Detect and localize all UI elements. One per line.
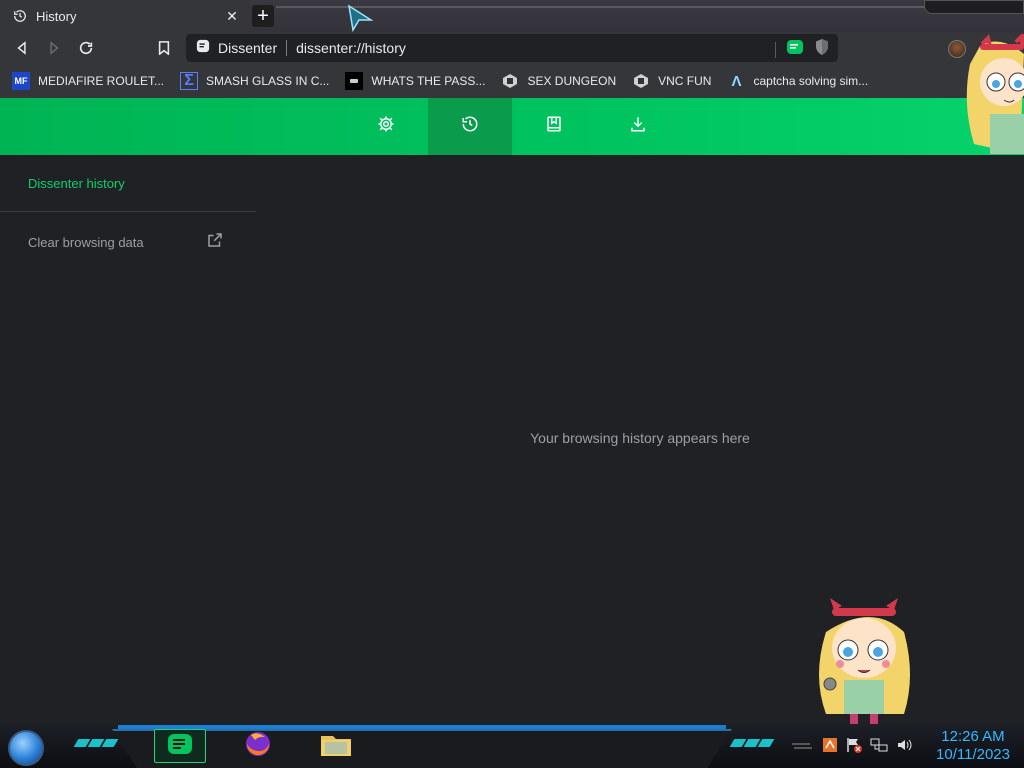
bookmarks-bar: MF MEDIAFIRE ROULET... Σ SMASH GLASS IN … (0, 64, 1024, 98)
close-tab-icon[interactable]: ✕ (224, 8, 240, 24)
taskbar-explorer-app[interactable] (310, 729, 362, 763)
bookmark-label: SMASH GLASS IN C... (206, 74, 330, 88)
external-link-icon (206, 231, 224, 254)
download-icon (629, 115, 647, 138)
clock-time: 12:26 AM (941, 728, 1005, 745)
address-bar[interactable]: Dissenter dissenter://history (186, 34, 838, 62)
system-tray (790, 737, 914, 758)
bookmark-book-icon (545, 115, 563, 138)
bookmark-item[interactable]: SEX DUNGEON (501, 72, 616, 90)
taskbar: 12:26 AM 10/11/2023 (0, 725, 1024, 768)
browser-toolbar: Dissenter dissenter://history (0, 32, 1024, 64)
taskbar-firefox-app[interactable] (232, 729, 284, 763)
show-hidden-icons-icon[interactable] (790, 739, 814, 757)
bookmark-label: SEX DUNGEON (527, 74, 617, 88)
clear-browsing-data-link[interactable]: Clear browsing data (28, 232, 224, 252)
folder-icon (319, 730, 353, 763)
dark-site-icon (345, 72, 364, 90)
gear-icon (377, 115, 395, 138)
mediafire-icon: MF (12, 72, 30, 90)
taskbar-clock[interactable]: 12:26 AM 10/11/2023 (928, 728, 1018, 764)
dissenter-comment-icon[interactable] (786, 39, 804, 60)
volume-icon[interactable] (896, 737, 914, 758)
history-icon (461, 115, 479, 138)
downloads-nav-button[interactable] (596, 98, 680, 155)
sidebar-divider (0, 211, 256, 212)
tab-history[interactable]: History ✕ (0, 0, 250, 32)
badge-icon (632, 72, 650, 90)
site-name: Dissenter (218, 40, 278, 56)
firefox-icon (243, 729, 273, 764)
window-ornament (924, 0, 1024, 14)
bookmark-label: MEDIAFIRE ROULET... (38, 74, 165, 88)
badge-icon (501, 72, 519, 90)
clear-browsing-data-label: Clear browsing data (28, 234, 144, 250)
bookmark-item[interactable]: WHATS THE PASS... (345, 72, 485, 90)
bookmark-label: VNC FUN (658, 74, 712, 88)
mascot-character-icon (966, 34, 1024, 154)
network-icon[interactable] (870, 737, 888, 758)
url-text[interactable]: dissenter://history (296, 40, 406, 56)
history-nav-button[interactable] (428, 98, 512, 155)
bookmark-label: WHATS THE PASS... (371, 74, 486, 88)
lambda-icon: Λ (731, 72, 742, 90)
shield-icon[interactable] (814, 38, 830, 61)
dissenter-nav-bar (0, 98, 1024, 155)
forward-icon[interactable] (44, 38, 64, 58)
dissenter-site-icon (196, 39, 210, 58)
back-icon[interactable] (12, 38, 32, 58)
history-icon (12, 8, 28, 24)
taskbar-glow (118, 725, 726, 729)
sidebar-title[interactable]: Dissenter history (28, 176, 125, 191)
tab-title: History (36, 8, 77, 24)
bookmark-icon[interactable] (154, 38, 174, 58)
history-sidebar: Dissenter history Clear browsing data (0, 155, 256, 725)
new-tab-button[interactable]: + (252, 5, 274, 27)
mascot-character-icon (819, 598, 910, 724)
taskbar-decor-right (729, 739, 775, 747)
app-tray-icon[interactable] (822, 737, 838, 758)
tab-strip: History ✕ + (0, 0, 1024, 32)
cursor-art-icon (347, 4, 374, 32)
reload-icon[interactable] (76, 38, 96, 58)
empty-history-message: Your browsing history appears here (530, 430, 750, 446)
omnibox-separator (286, 40, 288, 56)
taskbar-dissenter-app[interactable] (154, 729, 206, 763)
bookmark-item[interactable]: Λ captcha solving sim... (727, 72, 868, 90)
taskbar-decor-left (73, 739, 119, 747)
settings-nav-button[interactable] (344, 98, 428, 155)
bookmarks-nav-button[interactable] (512, 98, 596, 155)
clock-date: 10/11/2023 (936, 746, 1010, 763)
start-button[interactable] (8, 730, 44, 766)
action-center-flag-icon[interactable] (846, 737, 862, 758)
bookmark-item[interactable]: VNC FUN (632, 72, 711, 90)
bookmark-label: captcha solving sim... (753, 74, 869, 88)
bookmark-item[interactable]: Σ SMASH GLASS IN C... (180, 72, 329, 90)
bookmark-item[interactable]: MF MEDIAFIRE ROULET... (12, 72, 164, 90)
omnibox-divider (775, 41, 776, 58)
omnibox-actions (775, 38, 830, 61)
sigma-icon: Σ (180, 72, 199, 90)
dissenter-app-icon (166, 732, 194, 761)
